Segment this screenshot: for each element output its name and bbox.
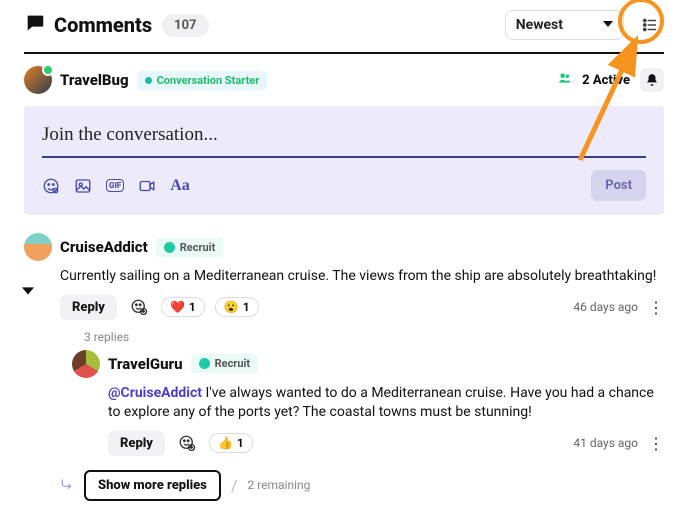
current-user-name[interactable]: TravelBug: [60, 71, 129, 89]
active-users-label: 2 Active: [582, 73, 630, 88]
comments-title: Comments: [54, 13, 152, 37]
wow-icon: 😮: [224, 300, 239, 314]
reply-button[interactable]: Reply: [108, 431, 165, 456]
reply-author[interactable]: TravelGuru: [108, 355, 183, 373]
badge-recruit: Recruit: [191, 354, 259, 373]
verified-icon: [164, 242, 175, 253]
video-icon[interactable]: [138, 177, 156, 195]
badge-recruit: Recruit: [156, 238, 224, 257]
chevron-down-icon: [603, 17, 613, 33]
heart-icon: ❤️: [170, 300, 185, 314]
gif-icon[interactable]: GIF: [106, 179, 124, 192]
post-button[interactable]: Post: [591, 170, 646, 201]
text-format-icon[interactable]: Aa: [170, 177, 190, 195]
more-menu-icon[interactable]: ⋮: [648, 298, 664, 317]
verified-icon: [199, 358, 210, 369]
comment-age: 46 days ago: [573, 300, 638, 314]
reply-button[interactable]: Reply: [60, 295, 117, 320]
comment-author[interactable]: CruiseAddict: [60, 238, 148, 256]
active-users-icon: [558, 71, 572, 89]
badge-conversation-starter: Conversation Starter: [137, 71, 268, 90]
reply-arrow-icon: [60, 476, 74, 495]
compose-box: Join the conversation... GIF Aa Post: [24, 106, 664, 215]
header-divider: [24, 52, 664, 54]
sort-label: Newest: [516, 17, 563, 33]
thumbs-up-icon: 👍: [218, 436, 233, 450]
reaction-wow[interactable]: 😮 1: [215, 297, 259, 317]
emoji-icon[interactable]: [42, 177, 60, 195]
add-reaction-icon[interactable]: [127, 295, 151, 319]
comments-icon: [24, 12, 46, 38]
more-menu-icon[interactable]: ⋮: [648, 434, 664, 453]
view-toggle-button[interactable]: [636, 11, 664, 39]
show-more-replies-button[interactable]: Show more replies: [84, 470, 221, 501]
sort-dropdown[interactable]: Newest: [505, 10, 624, 40]
comments-count: 107: [162, 14, 208, 37]
reaction-thumbs-up[interactable]: 👍 1: [209, 433, 253, 453]
reply-body: @CruiseAddict I've always wanted to do a…: [72, 378, 664, 423]
mention-link[interactable]: @CruiseAddict: [108, 385, 202, 401]
notifications-button[interactable]: [640, 68, 664, 92]
badge-dot-icon: [145, 77, 152, 84]
add-reaction-icon[interactable]: [175, 431, 199, 455]
reply-age: 41 days ago: [573, 436, 638, 450]
avatar[interactable]: [24, 66, 52, 94]
avatar[interactable]: [72, 350, 100, 378]
image-icon[interactable]: [74, 177, 92, 195]
comment-body: Currently sailing on a Mediterranean cru…: [24, 261, 664, 287]
slash-sep: /: [231, 476, 238, 495]
reaction-heart[interactable]: ❤️ 1: [161, 297, 205, 317]
collapse-chevron-icon[interactable]: [22, 285, 34, 301]
avatar[interactable]: [24, 233, 52, 261]
replies-count[interactable]: 3 replies: [24, 330, 664, 344]
compose-input[interactable]: Join the conversation...: [42, 124, 646, 158]
remaining-count: 2 remaining: [247, 478, 310, 492]
